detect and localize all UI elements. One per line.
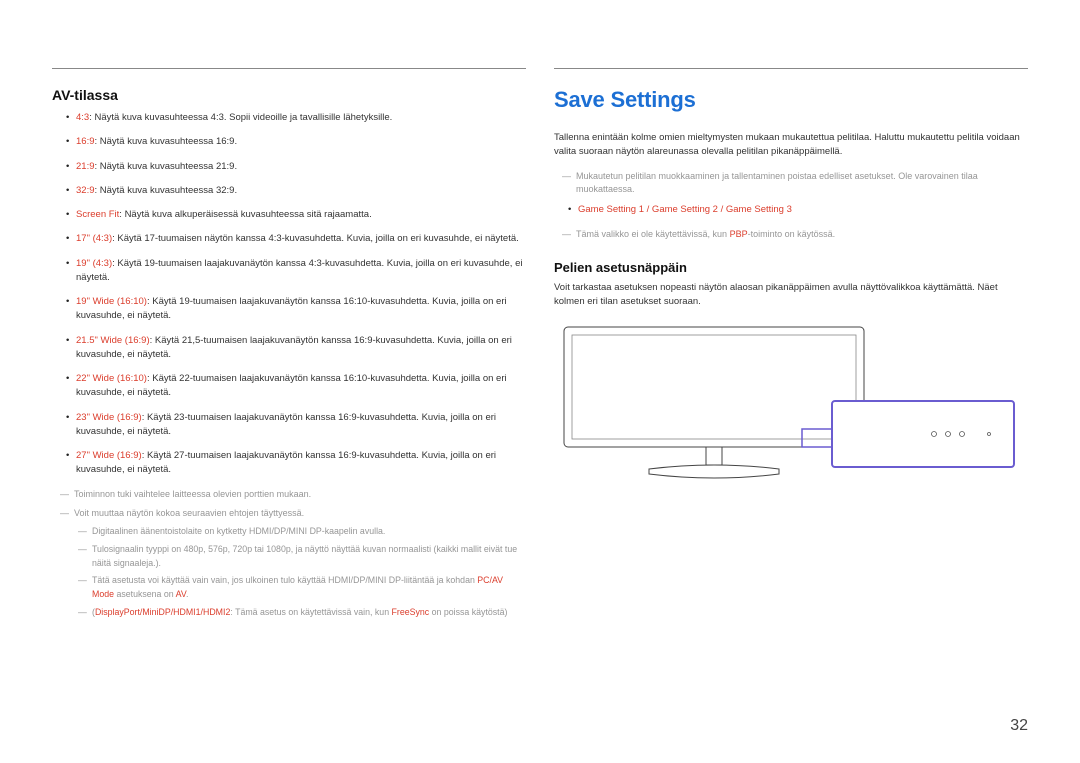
- footnotes: Mukautetun pelitilan muokkaaminen ja tal…: [554, 170, 1028, 198]
- list-item: 19" Wide (16:10): Käytä 19-tuumaisen laa…: [66, 295, 526, 324]
- footnote: Voit muuttaa näytön kokoa seuraavien eht…: [60, 507, 526, 619]
- list-item: Screen Fit: Näytä kuva alkuperäisessä ku…: [66, 208, 526, 222]
- footnote-text: Voit muuttaa näytön kokoa seuraavien eht…: [74, 508, 304, 518]
- term: 21:9: [76, 161, 95, 172]
- term: 23" Wide (16:9): [76, 412, 142, 423]
- text: Tämä valikko ei ole käytettävissä, kun: [576, 229, 730, 239]
- list-item: 32:9: Näytä kuva kuvasuhteessa 32:9.: [66, 184, 526, 198]
- desc: : Näytä kuva alkuperäisessä kuvasuhteess…: [119, 209, 371, 220]
- monitor-icon: [554, 321, 1024, 491]
- horizontal-rule: [554, 68, 1028, 69]
- list-item: 23" Wide (16:9): Käytä 23-tuumaisen laaj…: [66, 411, 526, 440]
- horizontal-rule: [52, 68, 526, 69]
- term: 16:9: [76, 136, 95, 147]
- list-item: 17" (4:3): Käytä 17-tuumaisen näytön kan…: [66, 232, 526, 246]
- list-item: 21:9: Näytä kuva kuvasuhteessa 21:9.: [66, 160, 526, 174]
- desc: : Näytä kuva kuvasuhteessa 16:9.: [95, 136, 238, 147]
- text: Tätä asetusta voi käyttää vain vain, jos…: [92, 575, 477, 585]
- term: 19" (4:3): [76, 258, 112, 269]
- text: on poissa käytöstä): [429, 607, 507, 617]
- footnote: Tämä valikko ei ole käytettävissä, kun P…: [562, 228, 1028, 242]
- term: 27" Wide (16:9): [76, 450, 142, 461]
- two-column-layout: AV-tilassa 4:3: Näytä kuva kuvasuhteessa…: [52, 68, 1028, 625]
- term: PBP: [730, 229, 748, 239]
- term: FreeSync: [392, 607, 430, 617]
- term: 21.5" Wide (16:9): [76, 335, 150, 346]
- manual-page: AV-tilassa 4:3: Näytä kuva kuvasuhteessa…: [0, 0, 1080, 763]
- list-item: 4:3: Näytä kuva kuvasuhteessa 4:3. Sopii…: [66, 111, 526, 125]
- list-item: 16:9: Näytä kuva kuvasuhteessa 16:9.: [66, 135, 526, 149]
- sub-footnote: (DisplayPort/MiniDP/HDMI1/HDMI2: Tämä as…: [78, 606, 526, 620]
- text: .: [186, 589, 188, 599]
- term: DisplayPort/MiniDP/HDMI1/HDMI2: [95, 607, 230, 617]
- game-settings-list: Game Setting 1 / Game Setting 2 / Game S…: [554, 203, 1028, 217]
- term: Game Setting 1 / Game Setting 2 / Game S…: [578, 204, 792, 215]
- desc: : Näytä kuva kuvasuhteessa 32:9.: [95, 185, 238, 196]
- sub-footnote: Tätä asetusta voi käyttää vain vain, jos…: [78, 574, 526, 601]
- footnote: Toiminnon tuki vaihtelee laitteessa olev…: [60, 488, 526, 502]
- right-column: Save Settings Tallenna enintään kolme om…: [554, 68, 1028, 625]
- left-column: AV-tilassa 4:3: Näytä kuva kuvasuhteessa…: [52, 68, 526, 625]
- footnotes: Tämä valikko ei ole käytettävissä, kun P…: [554, 228, 1028, 242]
- left-section-title: AV-tilassa: [52, 87, 526, 103]
- term: 4:3: [76, 112, 89, 123]
- monitor-illustration: [554, 321, 1028, 491]
- aspect-ratio-list: 4:3: Näytä kuva kuvasuhteessa 4:3. Sopii…: [52, 111, 526, 478]
- list-item: Game Setting 1 / Game Setting 2 / Game S…: [568, 203, 1028, 217]
- sub-footnote: Digitaalinen äänentoistolaite on kytkett…: [78, 525, 526, 539]
- desc: : Näytä kuva kuvasuhteessa 4:3. Sopii vi…: [89, 112, 392, 123]
- text: -toiminto on käytössä.: [748, 229, 836, 239]
- term: 22" Wide (16:10): [76, 373, 147, 384]
- term: 32:9: [76, 185, 95, 196]
- game-settings-key-body: Voit tarkastaa asetuksen nopeasti näytön…: [554, 281, 1028, 310]
- term: 17" (4:3): [76, 233, 112, 244]
- page-number: 32: [1010, 717, 1028, 735]
- term: 19" Wide (16:10): [76, 296, 147, 307]
- term: AV: [176, 589, 186, 599]
- text: asetuksena on: [114, 589, 176, 599]
- save-settings-heading: Save Settings: [554, 87, 1028, 113]
- desc: : Käytä 19-tuumaisen laajakuvanäytön kan…: [76, 258, 522, 283]
- footnote: Mukautetun pelitilan muokkaaminen ja tal…: [562, 170, 1028, 198]
- list-item: 21.5" Wide (16:9): Käytä 21,5-tuumaisen …: [66, 334, 526, 363]
- save-settings-intro: Tallenna enintään kolme omien mieltymyst…: [554, 131, 1028, 160]
- footnotes: Toiminnon tuki vaihtelee laitteessa olev…: [52, 488, 526, 620]
- sub-footnotes: Digitaalinen äänentoistolaite on kytkett…: [74, 525, 526, 619]
- term: Screen Fit: [76, 209, 119, 220]
- list-item: 22" Wide (16:10): Käytä 22-tuumaisen laa…: [66, 372, 526, 401]
- game-settings-key-heading: Pelien asetusnäppäin: [554, 260, 1028, 275]
- desc: : Näytä kuva kuvasuhteessa 21:9.: [95, 161, 238, 172]
- text: : Tämä asetus on käytettävissä vain, kun: [230, 607, 391, 617]
- desc: : Käytä 17-tuumaisen näytön kanssa 4:3-k…: [112, 233, 519, 244]
- list-item: 19" (4:3): Käytä 19-tuumaisen laajakuvan…: [66, 257, 526, 286]
- list-item: 27" Wide (16:9): Käytä 27-tuumaisen laaj…: [66, 449, 526, 478]
- sub-footnote: Tulosignaalin tyyppi on 480p, 576p, 720p…: [78, 543, 526, 570]
